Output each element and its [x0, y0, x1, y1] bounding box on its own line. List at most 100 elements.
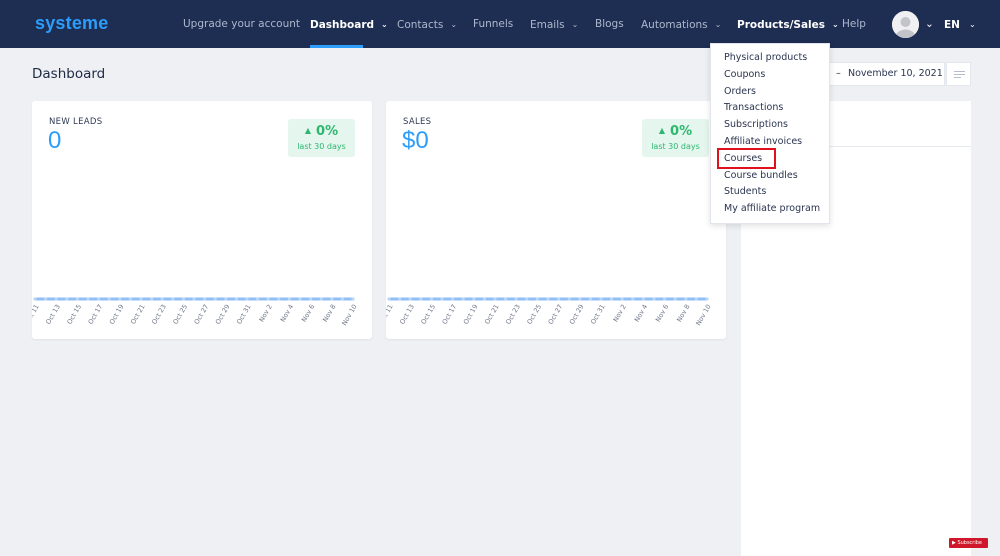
x-tick-label: Oct 23: [150, 303, 168, 326]
language-selector[interactable]: EN ⌄: [944, 0, 976, 48]
x-tick-label: Oct 25: [171, 303, 189, 326]
data-point: [277, 297, 281, 301]
date-range-picker[interactable]: – November 10, 2021: [829, 62, 945, 86]
nav-contacts[interactable]: Contacts ⌄: [397, 0, 457, 48]
data-point: [150, 297, 154, 301]
nav-blogs[interactable]: Blogs: [595, 0, 624, 48]
data-point: [599, 297, 603, 301]
data-point: [408, 297, 412, 301]
nav-upgrade-account[interactable]: Upgrade your account: [183, 0, 300, 48]
x-tick-label: Oct 11: [32, 303, 41, 326]
data-point: [330, 297, 334, 301]
x-tick-label: Oct 19: [108, 303, 126, 326]
data-point: [546, 297, 550, 301]
card-label: NEW LEADS: [49, 117, 103, 127]
data-point: [461, 297, 465, 301]
nav-products-sales[interactable]: Products/Sales ⌄: [737, 0, 839, 48]
menu-item-orders[interactable]: Orders: [724, 86, 756, 97]
nav-dashboard-label: Dashboard: [310, 19, 375, 31]
menu-item-physical-products[interactable]: Physical products: [724, 52, 807, 63]
change-badge: ▲ 0% last 30 days: [288, 119, 355, 157]
data-point: [213, 297, 217, 301]
data-point: [578, 297, 582, 301]
triangle-up-icon: ▲: [658, 126, 666, 135]
x-tick-label: Oct 21: [483, 303, 501, 326]
menu-item-coupons[interactable]: Coupons: [724, 69, 765, 80]
x-tick-label: Oct 21: [129, 303, 147, 326]
x-tick-label: Oct 11: [386, 303, 395, 326]
leads-timeline-chart: Oct 11 Oct 13 Oct 15 Oct 17 Oct 19 Oct 21 Oct …: [32, 297, 359, 327]
systeme-logo[interactable]: systeme: [35, 13, 108, 34]
data-point: [33, 297, 37, 301]
x-tick-label: Oct 13: [398, 303, 416, 326]
new-leads-card: NEW LEADS 0 ▲ 0% last 30 days Oct 11 Oct 1…: [32, 101, 372, 339]
data-point: [705, 297, 709, 301]
courses-highlight-box: [717, 148, 776, 169]
sales-card: SALES $0 ▲ 0% last 30 days Oct 11 Oct 13 Oc…: [386, 101, 726, 339]
change-period: last 30 days: [651, 142, 700, 151]
nav-emails[interactable]: Emails ⌄: [530, 0, 578, 48]
data-point: [44, 297, 48, 301]
chevron-down-icon: ⌄: [968, 20, 976, 29]
data-point: [266, 297, 270, 301]
filter-lines-icon: [954, 71, 965, 72]
data-point: [398, 297, 402, 301]
filter-lines-icon: [954, 74, 965, 75]
subscribe-watermark: ▶ Subscribe: [949, 538, 988, 548]
x-tick-label: Oct 27: [193, 303, 211, 326]
change-value: 0%: [316, 124, 339, 139]
change-badge: ▲ 0% last 30 days: [642, 119, 709, 157]
nav-dashboard[interactable]: Dashboard ⌄: [310, 0, 388, 48]
card-value: $0: [402, 127, 429, 154]
change-percent: ▲ 0%: [288, 124, 355, 139]
data-point: [203, 297, 207, 301]
x-tick-label: Nov 10: [694, 303, 712, 327]
date-range-end: November 10, 2021: [848, 68, 943, 79]
menu-item-students[interactable]: Students: [724, 186, 766, 197]
user-avatar-icon[interactable]: [892, 11, 919, 38]
data-point: [256, 297, 260, 301]
nav-products-sales-label: Products/Sales: [737, 19, 826, 31]
data-point: [535, 297, 539, 301]
change-percent: ▲ 0%: [642, 124, 709, 139]
data-point: [673, 297, 677, 301]
nav-funnels[interactable]: Funnels: [473, 0, 513, 48]
nav-automations[interactable]: Automations ⌄: [641, 0, 721, 48]
x-tick-label: Oct 17: [87, 303, 105, 326]
data-point: [351, 297, 355, 301]
data-point: [567, 297, 571, 301]
x-tick-label: Nov 2: [258, 303, 274, 323]
data-point: [472, 297, 476, 301]
data-point: [440, 297, 444, 301]
menu-item-course-bundles[interactable]: Course bundles: [724, 170, 798, 181]
data-point: [245, 297, 249, 301]
data-point: [298, 297, 302, 301]
data-point: [224, 297, 228, 301]
change-value: 0%: [670, 124, 693, 139]
menu-item-my-affiliate-program[interactable]: My affiliate program: [724, 203, 820, 214]
filter-button[interactable]: [946, 62, 971, 86]
data-point: [588, 297, 592, 301]
data-point: [387, 297, 391, 301]
data-point: [118, 297, 122, 301]
subscribe-label: Subscribe: [957, 540, 983, 546]
triangle-up-icon: ▲: [304, 126, 312, 135]
avatar-chevron-icon[interactable]: ⌄: [925, 0, 934, 48]
menu-item-subscriptions[interactable]: Subscriptions: [724, 119, 788, 130]
data-point: [107, 297, 111, 301]
sales-timeline-chart: Oct 11 Oct 13 Oct 15 Oct 17 Oct 19 Oct 21 Oct …: [386, 297, 713, 327]
menu-item-affiliate-invoices[interactable]: Affiliate invoices: [724, 136, 802, 147]
active-nav-indicator: [310, 45, 363, 48]
x-tick-label: Nov 4: [633, 303, 649, 323]
data-point: [620, 297, 624, 301]
chevron-down-icon: ⌄: [571, 20, 579, 29]
date-range-separator: –: [836, 68, 841, 79]
change-period: last 30 days: [297, 142, 346, 151]
nav-help[interactable]: Help: [842, 0, 866, 48]
menu-item-transactions[interactable]: Transactions: [724, 102, 783, 113]
x-tick-label: Oct 17: [441, 303, 459, 326]
data-point: [684, 297, 688, 301]
data-point: [54, 297, 58, 301]
data-point: [139, 297, 143, 301]
data-point: [557, 297, 561, 301]
